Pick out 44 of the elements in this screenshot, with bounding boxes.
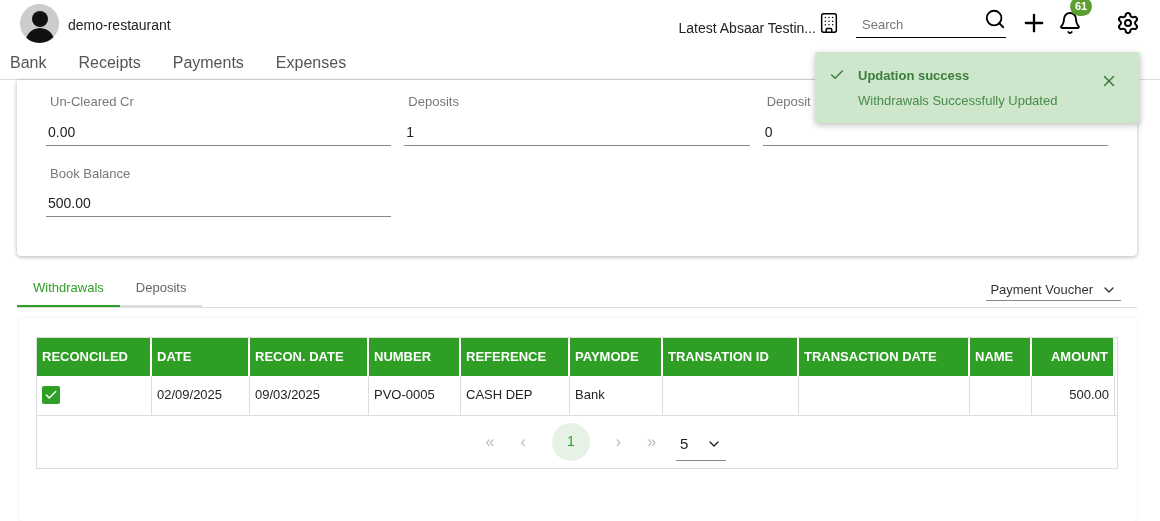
- field-label: Un-Cleared Cr: [49, 93, 134, 111]
- column-header: NAME: [970, 337, 1032, 376]
- search-icon[interactable]: [984, 8, 1006, 30]
- check-icon: [44, 388, 58, 402]
- toast-message: Withdrawals Successfully Updated: [858, 91, 1059, 110]
- table-cell-text: PVO-0005: [374, 386, 435, 405]
- voucher-dropdown[interactable]: Payment Voucher: [986, 280, 1121, 301]
- avatar[interactable]: [20, 3, 59, 43]
- tab[interactable]: Withdrawals: [17, 278, 120, 307]
- user-name: demo-restaurant: [68, 15, 171, 35]
- tab[interactable]: Deposits: [119, 278, 203, 307]
- column-header: REFERENCE: [461, 337, 570, 376]
- input-field[interactable]: 500.00: [46, 193, 392, 217]
- table-cell-text: 09/03/2025: [255, 386, 321, 405]
- input-field[interactable]: 0.00: [46, 121, 392, 146]
- column-header: PAYMODE: [570, 337, 663, 376]
- field-label: Deposit: [765, 93, 811, 111]
- column-header: RECON. DATE: [250, 337, 369, 376]
- company-name[interactable]: Latest Absaar Testin...: [678, 17, 816, 39]
- table-cell-text: 500.00: [1069, 386, 1109, 405]
- notification-icon[interactable]: [1058, 11, 1082, 35]
- column-header: AMOUNT: [1032, 337, 1115, 376]
- toast-title: Updation success: [858, 67, 971, 85]
- table-cell-text: 02/09/2025: [157, 386, 223, 405]
- checkbox[interactable]: [42, 386, 60, 404]
- input-field[interactable]: 1: [404, 121, 750, 146]
- nav-tab[interactable]: Receipts: [78, 50, 141, 75]
- page-size-select[interactable]: 5: [676, 428, 727, 461]
- field-label: Book Balance: [49, 164, 131, 183]
- column-header: RECONCILED: [37, 337, 152, 376]
- table-cell-text: CASH DEP: [466, 386, 533, 405]
- column-header: TRANSATION ID: [663, 337, 799, 376]
- notification-badge: 61: [1070, 0, 1093, 16]
- nav-tab[interactable]: Expenses: [275, 50, 347, 75]
- field-label: Deposits: [407, 93, 459, 111]
- nav-tab[interactable]: Payments: [172, 50, 244, 75]
- column-header: DATE: [152, 337, 250, 376]
- column-header: NUMBER: [369, 337, 461, 376]
- table-cell-text: Bank: [575, 386, 605, 405]
- building-icon[interactable]: [818, 11, 840, 35]
- settings-icon[interactable]: [1116, 11, 1140, 35]
- search-field[interactable]: Search: [856, 12, 1006, 38]
- column-header: TRANSACTION DATE: [799, 337, 970, 376]
- nav-tab[interactable]: Bank: [10, 50, 47, 75]
